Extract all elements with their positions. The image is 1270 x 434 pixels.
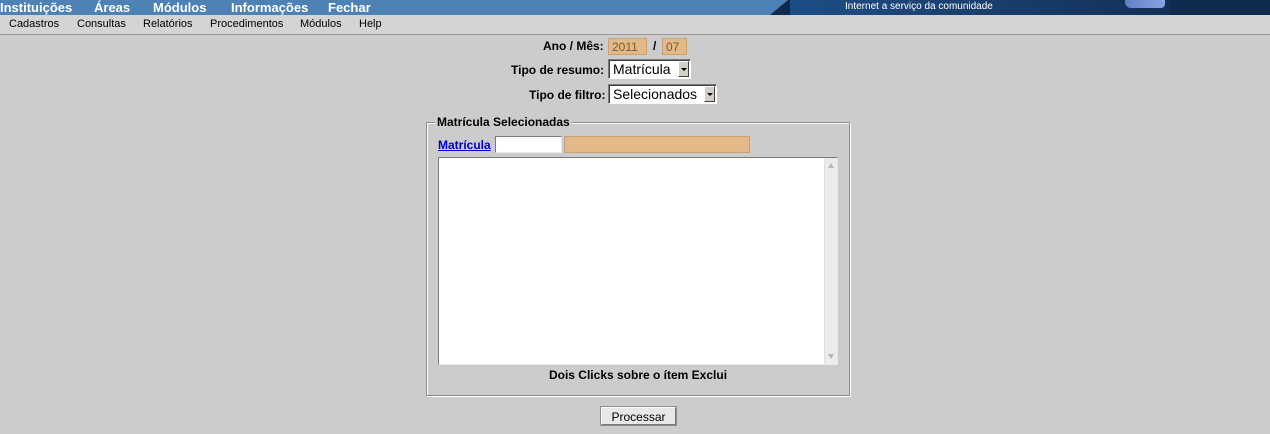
tipo-resumo-label: Tipo de resumo: [511,63,605,77]
banner-diagonal-edge [770,0,788,15]
menu-relatorios[interactable]: Relatórios [143,15,193,34]
chevron-down-icon [707,93,713,96]
menu-procedimentos[interactable]: Procedimentos [210,15,283,34]
banner-tagline: Internet a serviço da comunidade [845,1,993,12]
menu-cadastros[interactable]: Cadastros [9,15,59,34]
remove-hint-text: Dois Clicks sobre o ítem Exclui [548,368,728,382]
tipo-filtro-value: Selecionados [613,86,698,102]
top-menu-modulos[interactable]: Módulos [153,0,206,15]
tipo-resumo-dropdown-button[interactable] [678,61,689,77]
matricula-input[interactable] [495,136,562,153]
tipo-filtro-label: Tipo de filtro: [529,88,606,102]
scroll-down-arrow-icon[interactable] [828,354,834,359]
matricula-description-field[interactable] [564,136,750,153]
top-menu-fechar[interactable]: Fechar [328,0,371,15]
selected-matriculas-list[interactable] [438,157,838,365]
matricula-link[interactable]: Matrícula [438,138,491,152]
menu-modulos[interactable]: Módulos [300,15,342,34]
menu-consultas[interactable]: Consultas [77,15,126,34]
tipo-filtro-dropdown-button[interactable] [704,86,715,102]
list-scrollbar[interactable] [824,158,837,364]
tipo-resumo-value: Matrícula [613,61,671,77]
top-menu-instituicoes[interactable]: Instituições [0,0,72,15]
banner-logo-graphic [1125,0,1165,8]
mes-field[interactable] [662,38,687,55]
ano-mes-separator: / [653,39,657,53]
secondary-menu-bar: Cadastros Consultas Relatórios Procedime… [0,15,1270,35]
header-banner: Internet a serviço da comunidade [770,0,1270,15]
ano-field[interactable] [608,38,647,55]
tipo-filtro-select[interactable]: Selecionados [608,84,717,104]
panel-legend: Matrícula Selecionadas [435,115,572,129]
processar-button[interactable]: Processar [600,406,677,426]
top-menu-bar: Instituições Áreas Módulos Informações F… [0,0,1270,15]
tipo-resumo-select[interactable]: Matrícula [608,59,691,79]
top-menu-areas[interactable]: Áreas [94,0,130,15]
ano-mes-label: Ano / Mês: [543,39,604,53]
chevron-down-icon [681,68,687,71]
top-menu-informacoes[interactable]: Informações [231,0,308,15]
menu-help[interactable]: Help [359,15,382,34]
scroll-up-arrow-icon[interactable] [828,163,834,168]
